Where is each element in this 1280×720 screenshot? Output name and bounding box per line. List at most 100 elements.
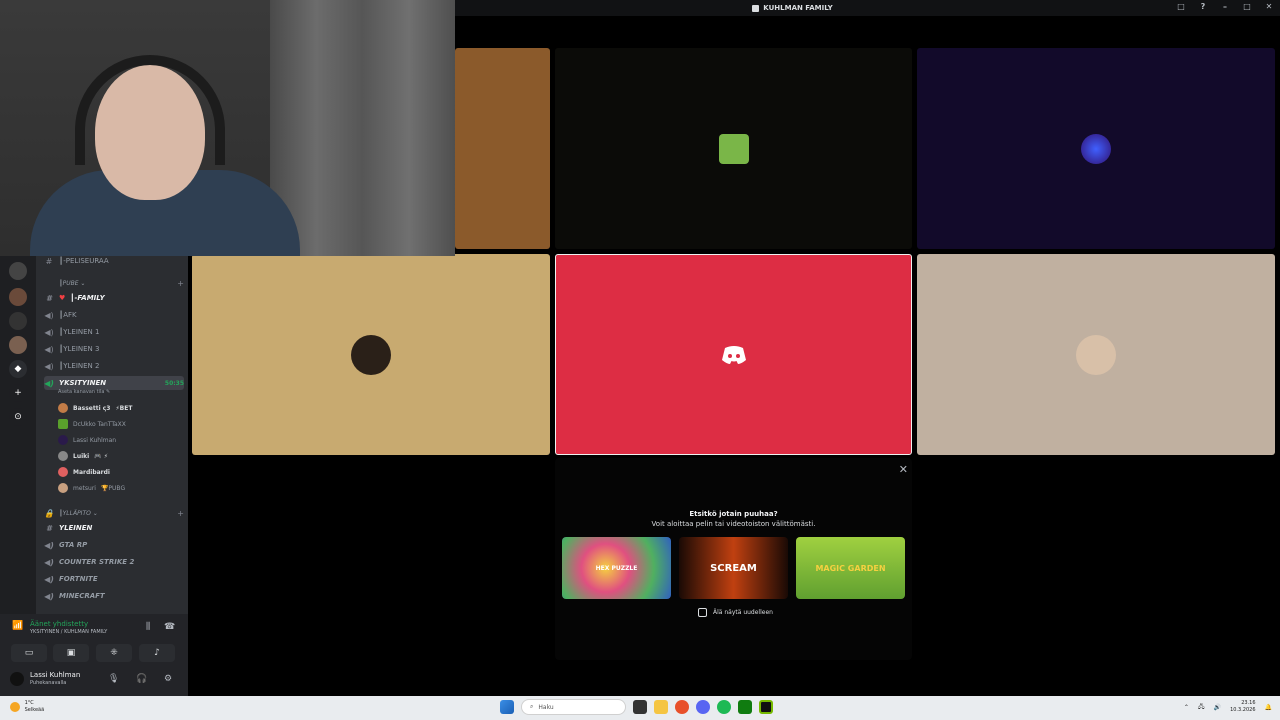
speaker-icon: ◀) bbox=[44, 540, 54, 550]
server-icon[interactable] bbox=[9, 288, 27, 306]
task-view-icon[interactable] bbox=[633, 700, 647, 714]
spotify-icon[interactable] bbox=[717, 700, 731, 714]
weather-widget[interactable]: 1°C Selkeää bbox=[10, 700, 44, 714]
video-tile-red[interactable] bbox=[555, 254, 912, 455]
server-icon[interactable] bbox=[9, 336, 27, 354]
maximize-button[interactable]: □ bbox=[1242, 2, 1252, 11]
server-icon[interactable] bbox=[9, 312, 27, 330]
speaker-icon: ◀) bbox=[44, 327, 54, 337]
avatar bbox=[58, 419, 68, 429]
video-tile-tan[interactable] bbox=[192, 254, 550, 455]
inbox-icon[interactable]: □ bbox=[1176, 2, 1186, 11]
user-status: Puhekanavalla bbox=[30, 680, 67, 686]
channel-gta-rp[interactable]: ◀) GTA RP bbox=[44, 538, 184, 552]
voice-member[interactable]: Bassetti ς3 ⚡BET bbox=[58, 401, 132, 415]
xbox-icon[interactable] bbox=[738, 700, 752, 714]
server-icon[interactable] bbox=[9, 262, 27, 280]
user-avatar bbox=[351, 334, 391, 375]
nvidia-icon[interactable] bbox=[759, 700, 773, 714]
noise-suppression-icon[interactable]: ⫼ bbox=[146, 622, 150, 632]
avatar bbox=[58, 451, 68, 461]
disconnect-icon[interactable]: ☎ bbox=[164, 622, 175, 632]
avatar bbox=[10, 672, 24, 686]
checkbox-box[interactable] bbox=[698, 608, 707, 617]
lock-icon: 🔒 bbox=[44, 508, 54, 518]
activities-button[interactable]: ⁜ bbox=[96, 644, 132, 662]
minimize-button[interactable]: – bbox=[1220, 2, 1230, 11]
hash-icon: # bbox=[46, 293, 52, 303]
speaker-icon: ◀) bbox=[44, 310, 54, 320]
channel-list: # ┃-PELISEURAA ┃PUBE ⌄ + # ♥ ┃-FAMILY ◀) ┃AFK… bbox=[36, 256, 188, 616]
window-title: KUHLMAN FAMILY bbox=[763, 4, 833, 12]
server-icon bbox=[752, 4, 760, 12]
notification-icon[interactable]: 🔔 bbox=[1265, 704, 1272, 711]
activity-title: Etsitkö jotain puuhaa? bbox=[689, 510, 778, 518]
game-card-hex-puzzle[interactable]: HEX PUZZLE bbox=[562, 537, 671, 599]
game-card-scream[interactable]: SCREAM bbox=[679, 537, 788, 599]
voice-member[interactable]: Luiki 🎮 ⚡ bbox=[58, 449, 108, 463]
taskbar-apps: ⌕ Haku bbox=[500, 699, 773, 715]
channel-yleinen-2[interactable]: ◀) ┃YLEINEN 2 bbox=[44, 359, 184, 373]
video-tile-purple[interactable] bbox=[917, 48, 1275, 249]
webcam-overlay bbox=[0, 0, 455, 256]
microphone-icon[interactable]: 🎙 bbox=[108, 674, 119, 684]
video-tile-beige[interactable] bbox=[917, 254, 1275, 455]
channel-family[interactable]: # ♥ ┃-FAMILY bbox=[44, 291, 184, 305]
chevron-up-icon[interactable]: ⌃ bbox=[1184, 704, 1189, 711]
speaker-icon: ◀) bbox=[44, 557, 54, 567]
camera-button[interactable]: ▭ bbox=[11, 644, 47, 662]
help-icon[interactable]: ? bbox=[1198, 2, 1208, 11]
channel-yleinen-3[interactable]: ◀) ┃YLEINEN 3 bbox=[44, 342, 184, 356]
hash-icon: # bbox=[45, 256, 53, 266]
video-tile-dark[interactable] bbox=[555, 48, 912, 249]
channel-minecraft[interactable]: ◀) MINECRAFT bbox=[44, 589, 184, 603]
clock[interactable]: 23.16 10.3.2026 bbox=[1230, 700, 1255, 714]
dont-show-again-checkbox[interactable]: Älä näytä uudelleen bbox=[698, 608, 773, 617]
user-panel[interactable]: Lassi Kuhlman Puhekanavalla 🎙 🎧 ⚙ bbox=[10, 668, 180, 692]
channel-status[interactable]: Aseta kanavan tila ✎ bbox=[58, 389, 110, 395]
category-pube[interactable]: ┃PUBE ⌄ + bbox=[44, 276, 184, 290]
file-explorer-icon[interactable] bbox=[654, 700, 668, 714]
game-card-magic-garden[interactable]: MAGIC GARDEN bbox=[796, 537, 905, 599]
channel-yleinen-1[interactable]: ◀) ┃YLEINEN 1 bbox=[44, 325, 184, 339]
search-input[interactable]: ⌕ Haku bbox=[521, 699, 626, 715]
screen-share-button[interactable]: ▣ bbox=[53, 644, 89, 662]
discord-window: KUHLMAN FAMILY □ ? – □ ✕ ◆ + ⊙ # ┃-PELIS… bbox=[0, 0, 1280, 720]
browser-icon[interactable] bbox=[675, 700, 689, 714]
add-server-icon[interactable]: + bbox=[9, 384, 27, 402]
signal-icon[interactable]: 📶 bbox=[12, 621, 23, 631]
voice-status[interactable]: Äänet yhdistetty bbox=[30, 620, 88, 628]
close-button[interactable]: ✕ bbox=[1264, 2, 1274, 11]
channel-afk[interactable]: ◀) ┃AFK bbox=[44, 308, 184, 322]
channel-yksityinen[interactable]: ◀) YKSITYINEN 50:35 bbox=[44, 376, 184, 390]
channel-yleinen[interactable]: # YLEINEN bbox=[44, 521, 184, 535]
video-tile-orange[interactable] bbox=[455, 48, 550, 249]
voice-member[interactable]: Mardibardi bbox=[58, 465, 110, 479]
headphones-icon[interactable]: 🎧 bbox=[136, 674, 147, 684]
discord-logo-icon bbox=[721, 345, 746, 364]
discord-icon[interactable] bbox=[696, 700, 710, 714]
speaker-icon: ◀) bbox=[44, 361, 54, 371]
taskbar: 1°C Selkeää ⌕ Haku ⌃ 🖧 🔊 23.16 10.3.2026 … bbox=[0, 696, 1280, 720]
voice-member[interactable]: metsuri 🏆PUBG bbox=[58, 481, 125, 495]
voice-member[interactable]: Lassi Kuhlman bbox=[58, 433, 116, 447]
volume-icon[interactable]: 🔊 bbox=[1214, 704, 1221, 711]
discover-icon[interactable]: ◆ bbox=[9, 360, 27, 378]
close-icon[interactable]: ✕ bbox=[899, 463, 908, 476]
activity-subtitle: Voit aloittaa pelin tai videotoiston väl… bbox=[651, 520, 816, 528]
channel-peliseuraa[interactable]: # ┃-PELISEURAA bbox=[44, 254, 184, 268]
explore-icon[interactable]: ⊙ bbox=[9, 408, 27, 426]
channel-fortnite[interactable]: ◀) FORTNITE bbox=[44, 572, 184, 586]
voice-panel: 📶 Äänet yhdistetty YKSITYINEN / KUHLMAN … bbox=[0, 614, 188, 696]
add-channel-icon[interactable]: + bbox=[177, 509, 184, 518]
add-channel-icon[interactable]: + bbox=[177, 279, 184, 288]
start-icon[interactable] bbox=[500, 700, 514, 714]
user-avatar bbox=[718, 133, 749, 164]
channel-cs2[interactable]: ◀) COUNTER STRIKE 2 bbox=[44, 555, 184, 569]
voice-member[interactable]: DcUkko TanTTaXX bbox=[58, 417, 126, 431]
network-icon[interactable]: 🖧 bbox=[1198, 702, 1205, 712]
gear-icon[interactable]: ⚙ bbox=[164, 674, 172, 684]
category-yllapito[interactable]: 🔒 ┃YLLÄPITO ⌄ + bbox=[44, 506, 184, 520]
sun-icon bbox=[10, 702, 20, 712]
soundboard-button[interactable]: ♪ bbox=[139, 644, 175, 662]
